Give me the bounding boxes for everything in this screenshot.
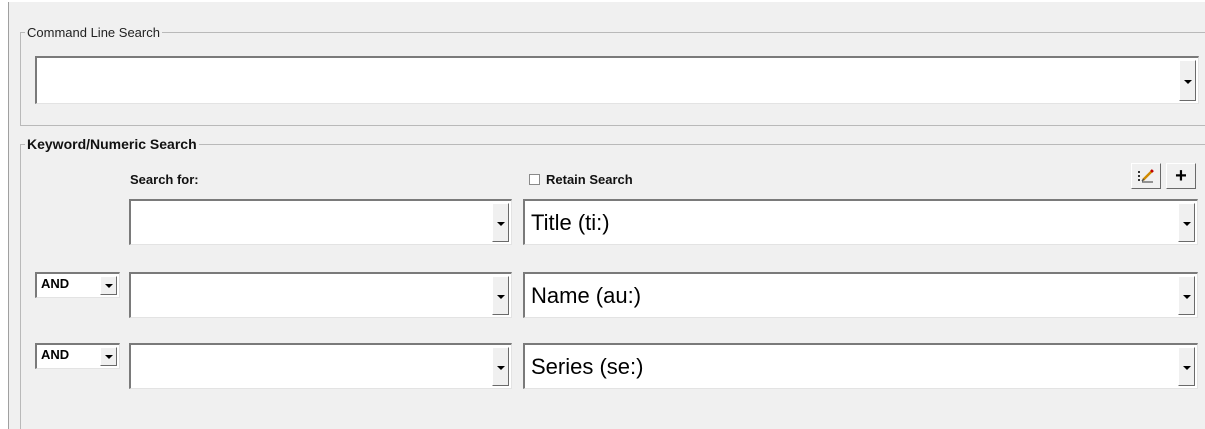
keyword-numeric-search-legend: Keyword/Numeric Search bbox=[27, 136, 197, 152]
add-search-row-button-label: + bbox=[1175, 165, 1187, 187]
chevron-down-icon bbox=[104, 283, 113, 288]
search-index-combobox-3[interactable]: Series (se:) bbox=[523, 343, 1198, 389]
search-index-dropdown-button-2[interactable] bbox=[1178, 276, 1195, 315]
search-term-dropdown-button-1[interactable] bbox=[492, 203, 509, 242]
chevron-down-icon bbox=[1182, 222, 1191, 227]
chevron-down-icon bbox=[496, 295, 505, 300]
search-term-combobox-3[interactable] bbox=[129, 343, 512, 389]
command-line-search-legend: Command Line Search bbox=[27, 25, 160, 40]
search-term-value-3[interactable] bbox=[137, 345, 485, 388]
boolean-operator-select-3[interactable]: AND bbox=[35, 343, 120, 369]
chevron-down-icon bbox=[104, 354, 113, 359]
boolean-operator-value-2: AND bbox=[41, 276, 70, 291]
boolean-operator-value-3: AND bbox=[41, 347, 70, 362]
search-index-dropdown-button-3[interactable] bbox=[1178, 347, 1195, 386]
search-index-value-1: Title (ti:) bbox=[531, 209, 610, 235]
retain-search-checkbox[interactable] bbox=[529, 174, 540, 185]
search-index-combobox-2[interactable]: Name (au:) bbox=[523, 272, 1198, 318]
edit-index-list-button[interactable] bbox=[1131, 163, 1161, 189]
search-index-combobox-1[interactable]: Title (ti:) bbox=[523, 199, 1198, 245]
boolean-operator-dropdown-button-3[interactable] bbox=[100, 347, 117, 366]
search-index-value-3: Series (se:) bbox=[531, 353, 644, 379]
chevron-down-icon bbox=[1182, 295, 1191, 300]
search-for-label: Search for: bbox=[130, 172, 199, 187]
edit-list-icon bbox=[1138, 169, 1154, 183]
search-term-dropdown-button-2[interactable] bbox=[492, 276, 509, 315]
boolean-operator-select-2[interactable]: AND bbox=[35, 272, 120, 298]
command-line-search-value[interactable] bbox=[43, 58, 1172, 103]
search-index-dropdown-button-1[interactable] bbox=[1178, 203, 1195, 242]
chevron-down-icon bbox=[1182, 366, 1191, 371]
command-line-search-dropdown-button[interactable] bbox=[1179, 60, 1196, 101]
retain-search-label: Retain Search bbox=[546, 172, 633, 187]
search-term-value-2[interactable] bbox=[137, 274, 485, 317]
boolean-operator-dropdown-button-2[interactable] bbox=[100, 276, 117, 295]
search-term-dropdown-button-3[interactable] bbox=[492, 347, 509, 386]
search-term-combobox-2[interactable] bbox=[129, 272, 512, 318]
command-line-search-combobox[interactable] bbox=[35, 56, 1199, 104]
add-search-row-button[interactable]: + bbox=[1166, 163, 1196, 189]
top-divider bbox=[8, 0, 1205, 2]
search-index-value-2: Name (au:) bbox=[531, 282, 642, 308]
search-term-value-1[interactable] bbox=[137, 201, 485, 244]
chevron-down-icon bbox=[496, 366, 505, 371]
chevron-down-icon bbox=[496, 222, 505, 227]
chevron-down-icon bbox=[1183, 80, 1192, 85]
search-term-combobox-1[interactable] bbox=[129, 199, 512, 245]
